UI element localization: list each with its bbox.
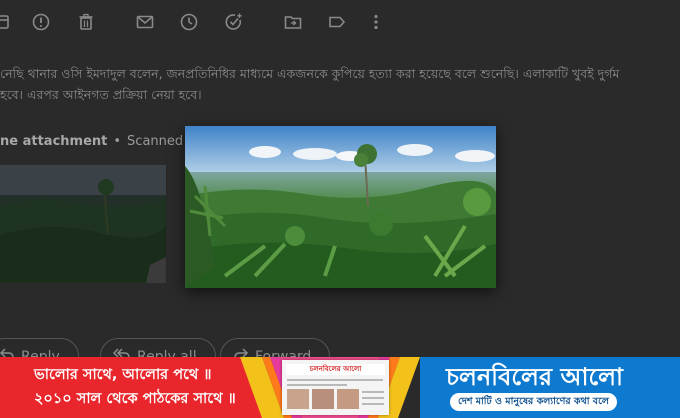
attachment-preview-image[interactable]	[185, 126, 496, 288]
attachment-separator: •	[113, 134, 122, 149]
more-options-icon[interactable]	[366, 12, 386, 32]
newspaper-image: চলনবিলের আলো	[282, 360, 389, 415]
archive-icon[interactable]	[0, 12, 10, 32]
banner-right-panel: চলনবিলের আলো দেশ মাটি ও মানুষের কল্যাণের…	[420, 357, 680, 418]
add-to-tasks-icon[interactable]	[224, 12, 244, 32]
snooze-icon[interactable]	[179, 12, 199, 32]
advertisement-banner[interactable]: ভালোর সাথে, আলোর পথে ॥ ২০১০ সাল থেকে পাঠ…	[0, 357, 680, 418]
newspaper-masthead: চলনবিলের আলো	[286, 364, 385, 375]
email-body-line: হবে। এরপর আইনগত প্রক্রিয়া নেয়া হবে।	[0, 87, 202, 102]
banner-slogan-line2: ২০১০ সাল থেকে পাঠকের সাথে ॥	[34, 391, 236, 407]
attachment-header: ne attachment • Scanned b	[0, 134, 196, 149]
newspaper-photo	[337, 389, 359, 409]
newspaper-photo	[312, 389, 334, 409]
newspaper-text-line	[287, 379, 383, 381]
email-body-line: নেছি থানার ওসি ইমদাদুল বলেন, জনপ্রতিনিধি…	[0, 66, 620, 81]
banner-left-panel: ভালোর সাথে, আলোর পথে ॥ ২০১০ সাল থেকে পাঠ…	[0, 357, 262, 418]
banner-slogan-line1: ভালোর সাথে, আলোর পথে ॥	[34, 367, 212, 383]
delete-icon[interactable]	[76, 12, 96, 32]
message-toolbar	[0, 0, 680, 44]
newspaper-text-line	[362, 397, 384, 399]
newspaper-text-line	[287, 384, 347, 386]
attachment-count: ne attachment	[0, 134, 108, 149]
newspaper-text-line	[362, 403, 384, 405]
banner-tagline: দেশ মাটি ও মানুষের কল্যাণের কথা বলে	[450, 393, 617, 411]
mark-unread-icon[interactable]	[135, 12, 155, 32]
newspaper-text-line	[362, 391, 384, 393]
report-spam-icon[interactable]	[31, 12, 51, 32]
newspaper-photo	[287, 389, 309, 409]
attachment-thumbnail[interactable]	[0, 165, 166, 283]
move-to-icon[interactable]	[283, 12, 303, 32]
label-icon[interactable]	[327, 12, 347, 32]
